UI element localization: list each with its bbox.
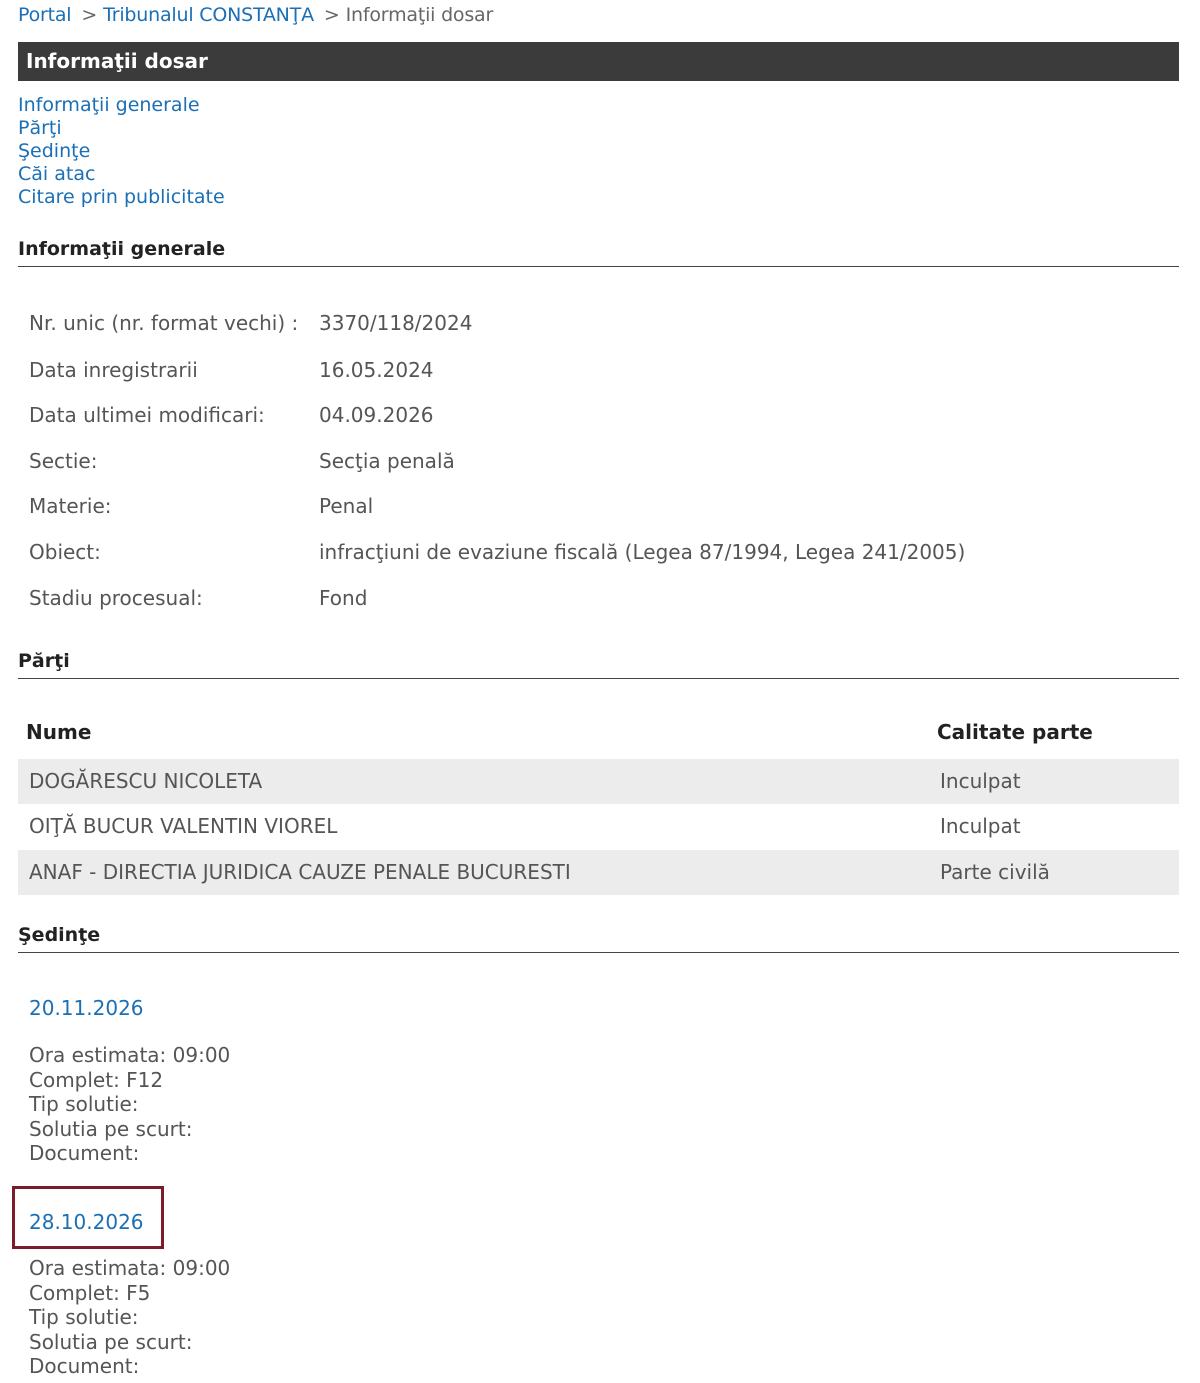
nav-link-informatii-generale[interactable]: Informaţii generale [18, 94, 225, 117]
info-value: infracţiuni de evaziune fiscală (Legea 8… [319, 540, 966, 564]
info-row: Data ultimei modificari: 04.09.2026 [29, 403, 434, 427]
info-row: Sectie: Secţia penală [29, 449, 455, 473]
party-role: Inculpat [940, 769, 1021, 793]
info-label: Materie: [29, 494, 112, 518]
party-role: Parte civilă [940, 860, 1050, 884]
info-value: Secţia penală [319, 449, 455, 473]
party-name: DOGĂRESCU NICOLETA [29, 769, 263, 793]
hearing-date-link[interactable]: 28.10.2026 [29, 1210, 144, 1234]
party-name: OIŢĂ BUCUR VALENTIN VIOREL [29, 814, 338, 838]
hearing-detail-line: Complet: F12 [29, 1067, 164, 1092]
section-nav: Informaţii generale Părţi Şedinţe Căi at… [18, 94, 225, 209]
table-row: DOGĂRESCU NICOLETA Inculpat [18, 759, 1179, 804]
hearing-detail-line: Tip solutie: [29, 1305, 139, 1329]
hearing-detail-line: Ora estimata: 09:00 [29, 1256, 231, 1280]
info-value: Fond [319, 586, 368, 610]
hearing-date-link[interactable]: 20.11.2026 [29, 996, 144, 1020]
nav-link-sedinte[interactable]: Şedinţe [18, 140, 225, 163]
info-row: Stadiu procesual: Fond [29, 586, 367, 610]
hearing-detail-line: Solutia pe scurt: [29, 1329, 193, 1354]
info-row: Obiect: infracţiuni de evaziune fiscală (… [29, 540, 965, 564]
breadcrumb-current: Informaţii dosar [345, 4, 494, 26]
hearing-detail-line: Complet: F5 [29, 1280, 151, 1305]
hearing-detail-line: Solutia pe scurt: [29, 1116, 193, 1141]
info-value: 04.09.2026 [319, 403, 434, 427]
breadcrumb-separator: > [323, 4, 340, 26]
breadcrumb: Portal > Tribunalul CONSTANŢA > Informaţii d… [18, 4, 493, 26]
nav-link-parti[interactable]: Părţi [18, 117, 225, 140]
info-label: Sectie: [29, 449, 98, 473]
party-name: ANAF - DIRECTIA JURIDICA CAUZE PENALE BU… [29, 860, 571, 884]
page-title: Informaţii dosar [18, 42, 1179, 81]
hearing-details: Ora estimata: 09:00 Complet: F12 Tip sol… [29, 1043, 230, 1166]
info-row: Materie: Penal [29, 494, 373, 518]
column-header-nume: Nume [26, 720, 92, 744]
column-header-calitate: Calitate parte [937, 720, 1093, 744]
nav-link-citare-publicitate[interactable]: Citare prin publicitate [18, 186, 225, 209]
breadcrumb-portal-link[interactable]: Portal [18, 4, 72, 26]
nav-link-cai-atac[interactable]: Căi atac [18, 163, 225, 186]
hearing-detail-line: Ora estimata: 09:00 [29, 1043, 231, 1067]
section-heading-informatii-generale: Informaţii generale [18, 238, 1179, 267]
info-label: Nr. unic (nr. format vechi) : [29, 311, 299, 335]
info-value: 16.05.2024 [319, 358, 434, 382]
breadcrumb-tribunal-link[interactable]: Tribunalul CONSTANŢA [103, 4, 314, 26]
section-heading-sedinte: Şedinţe [18, 924, 1179, 953]
info-row: Nr. unic (nr. format vechi) : 3370/118/20… [29, 311, 472, 335]
info-label: Obiect: [29, 540, 101, 564]
info-label: Stadiu procesual: [29, 586, 203, 610]
hearing-detail-line: Document: [29, 1141, 140, 1165]
info-label: Data ultimei modificari: [29, 403, 265, 427]
breadcrumb-separator: > [81, 4, 98, 26]
hearing-details: Ora estimata: 09:00 Complet: F5 Tip solu… [29, 1256, 230, 1379]
hearing-detail-line: Document: [29, 1354, 140, 1378]
hearing-detail-line: Tip solutie: [29, 1092, 139, 1116]
table-row: ANAF - DIRECTIA JURIDICA CAUZE PENALE BU… [18, 850, 1179, 895]
info-value: 3370/118/2024 [319, 311, 473, 335]
section-heading-parti: Părţi [18, 650, 1179, 679]
party-role: Inculpat [940, 814, 1021, 838]
info-label: Data inregistrarii [29, 358, 198, 382]
table-row: OIŢĂ BUCUR VALENTIN VIOREL Inculpat [18, 804, 1179, 849]
info-row: Data inregistrarii 16.05.2024 [29, 358, 434, 382]
info-value: Penal [319, 494, 374, 518]
